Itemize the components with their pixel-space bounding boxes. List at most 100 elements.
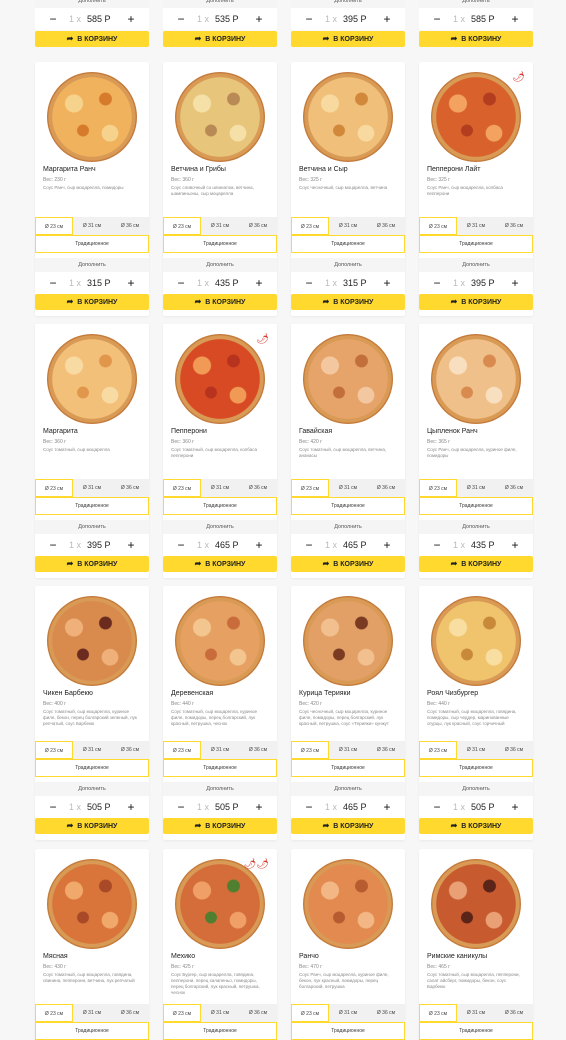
quantity-stepper[interactable]: −1 x 505 Р + bbox=[419, 796, 533, 818]
add-more-label[interactable]: Дополнить bbox=[419, 520, 533, 534]
dough-option[interactable]: Традиционное bbox=[35, 759, 149, 777]
quantity-stepper[interactable]: −1 x 585 Р + bbox=[419, 8, 533, 30]
size-option[interactable]: Ø 36 см bbox=[495, 217, 533, 235]
size-option[interactable]: Ø 23 см bbox=[291, 741, 329, 759]
quantity-stepper[interactable]: −1 x 465 Р + bbox=[291, 534, 405, 556]
size-option[interactable]: Ø 31 см bbox=[73, 479, 111, 497]
add-to-cart-button[interactable]: ➦ В КОРЗИНУ bbox=[163, 818, 277, 834]
plus-button[interactable]: + bbox=[249, 8, 269, 30]
add-to-cart-button[interactable]: ➦ В КОРЗИНУ bbox=[291, 556, 405, 572]
add-to-cart-button[interactable]: ➦ В КОРЗИНУ bbox=[419, 818, 533, 834]
size-option[interactable]: Ø 31 см bbox=[73, 217, 111, 235]
size-option[interactable]: Ø 31 см bbox=[457, 1004, 495, 1022]
size-option[interactable]: Ø 36 см bbox=[239, 741, 277, 759]
size-option[interactable]: Ø 36 см bbox=[367, 217, 405, 235]
size-option[interactable]: Ø 23 см bbox=[419, 217, 457, 235]
add-more-label[interactable]: Дополнить bbox=[163, 258, 277, 272]
plus-button[interactable]: + bbox=[121, 8, 141, 30]
add-more-label[interactable]: Дополнить bbox=[35, 258, 149, 272]
quantity-stepper[interactable]: −1 x 395 Р + bbox=[35, 534, 149, 556]
quantity-stepper[interactable]: −1 x 505 Р + bbox=[163, 796, 277, 818]
dough-option[interactable]: Традиционное bbox=[291, 759, 405, 777]
size-option[interactable]: Ø 31 см bbox=[457, 479, 495, 497]
dough-option[interactable]: Традиционное bbox=[35, 497, 149, 515]
dough-option[interactable]: Традиционное bbox=[35, 1022, 149, 1040]
add-more-label[interactable]: Дополнить bbox=[291, 782, 405, 796]
size-option[interactable]: Ø 31 см bbox=[457, 217, 495, 235]
size-option[interactable]: Ø 31 см bbox=[457, 741, 495, 759]
quantity-stepper[interactable]: −1 x 435 Р + bbox=[163, 272, 277, 294]
size-option[interactable]: Ø 23 см bbox=[163, 479, 201, 497]
dough-option[interactable]: Традиционное bbox=[291, 1022, 405, 1040]
plus-button[interactable]: + bbox=[377, 796, 397, 818]
add-more-label[interactable]: Дополнить bbox=[35, 520, 149, 534]
minus-button[interactable]: − bbox=[171, 796, 191, 818]
dough-option[interactable]: Традиционное bbox=[291, 235, 405, 253]
quantity-stepper[interactable]: −1 x 505 Р + bbox=[35, 796, 149, 818]
plus-button[interactable]: + bbox=[249, 534, 269, 556]
minus-button[interactable]: − bbox=[43, 534, 63, 556]
minus-button[interactable]: − bbox=[43, 8, 63, 30]
plus-button[interactable]: + bbox=[121, 272, 141, 294]
add-more-label[interactable]: Дополнить bbox=[291, 520, 405, 534]
size-option[interactable]: Ø 36 см bbox=[367, 1004, 405, 1022]
size-option[interactable]: Ø 23 см bbox=[419, 479, 457, 497]
plus-button[interactable]: + bbox=[505, 534, 525, 556]
minus-button[interactable]: − bbox=[299, 8, 319, 30]
dough-option[interactable]: Традиционное bbox=[163, 235, 277, 253]
size-option[interactable]: Ø 23 см bbox=[35, 1004, 73, 1022]
plus-button[interactable]: + bbox=[505, 272, 525, 294]
add-to-cart-button[interactable]: ➦ В КОРЗИНУ bbox=[419, 294, 533, 310]
plus-button[interactable]: + bbox=[121, 534, 141, 556]
add-to-cart-button[interactable]: ➦ В КОРЗИНУ bbox=[35, 818, 149, 834]
quantity-stepper[interactable]: −1 x 585 Р + bbox=[35, 8, 149, 30]
dough-option[interactable]: Традиционное bbox=[163, 1022, 277, 1040]
size-option[interactable]: Ø 36 см bbox=[367, 479, 405, 497]
size-option[interactable]: Ø 23 см bbox=[163, 217, 201, 235]
minus-button[interactable]: − bbox=[427, 534, 447, 556]
size-option[interactable]: Ø 36 см bbox=[239, 217, 277, 235]
size-option[interactable]: Ø 23 см bbox=[291, 1004, 329, 1022]
size-option[interactable]: Ø 23 см bbox=[35, 217, 73, 235]
dough-option[interactable]: Традиционное bbox=[419, 759, 533, 777]
size-option[interactable]: Ø 23 см bbox=[35, 741, 73, 759]
dough-option[interactable]: Традиционное bbox=[291, 497, 405, 515]
minus-button[interactable]: − bbox=[171, 8, 191, 30]
minus-button[interactable]: − bbox=[427, 8, 447, 30]
quantity-stepper[interactable]: −1 x 315 Р + bbox=[291, 272, 405, 294]
add-to-cart-button[interactable]: ➦ В КОРЗИНУ bbox=[163, 31, 277, 47]
size-option[interactable]: Ø 36 см bbox=[111, 479, 149, 497]
size-option[interactable]: Ø 23 см bbox=[291, 217, 329, 235]
minus-button[interactable]: − bbox=[43, 272, 63, 294]
dough-option[interactable]: Традиционное bbox=[35, 235, 149, 253]
plus-button[interactable]: + bbox=[505, 796, 525, 818]
minus-button[interactable]: − bbox=[43, 796, 63, 818]
size-option[interactable]: Ø 36 см bbox=[111, 1004, 149, 1022]
size-option[interactable]: Ø 31 см bbox=[201, 1004, 239, 1022]
add-more-label[interactable]: Дополнить bbox=[35, 782, 149, 796]
size-option[interactable]: Ø 23 см bbox=[419, 741, 457, 759]
size-option[interactable]: Ø 31 см bbox=[329, 479, 367, 497]
quantity-stepper[interactable]: −1 x 535 Р + bbox=[163, 8, 277, 30]
size-option[interactable]: Ø 31 см bbox=[73, 741, 111, 759]
dough-option[interactable]: Традиционное bbox=[163, 497, 277, 515]
add-to-cart-button[interactable]: ➦ В КОРЗИНУ bbox=[291, 818, 405, 834]
plus-button[interactable]: + bbox=[377, 534, 397, 556]
dough-option[interactable]: Традиционное bbox=[419, 1022, 533, 1040]
size-option[interactable]: Ø 36 см bbox=[239, 479, 277, 497]
dough-option[interactable]: Традиционное bbox=[419, 235, 533, 253]
size-option[interactable]: Ø 36 см bbox=[495, 479, 533, 497]
size-option[interactable]: Ø 36 см bbox=[495, 1004, 533, 1022]
minus-button[interactable]: − bbox=[171, 534, 191, 556]
add-more-label[interactable]: Дополнить bbox=[163, 520, 277, 534]
plus-button[interactable]: + bbox=[121, 796, 141, 818]
add-more-label[interactable]: Дополнить bbox=[163, 782, 277, 796]
size-option[interactable]: Ø 31 см bbox=[329, 741, 367, 759]
size-option[interactable]: Ø 23 см bbox=[163, 741, 201, 759]
minus-button[interactable]: − bbox=[299, 796, 319, 818]
add-to-cart-button[interactable]: ➦ В КОРЗИНУ bbox=[291, 31, 405, 47]
minus-button[interactable]: − bbox=[427, 272, 447, 294]
quantity-stepper[interactable]: −1 x 395 Р + bbox=[291, 8, 405, 30]
size-option[interactable]: Ø 23 см bbox=[163, 1004, 201, 1022]
minus-button[interactable]: − bbox=[299, 272, 319, 294]
